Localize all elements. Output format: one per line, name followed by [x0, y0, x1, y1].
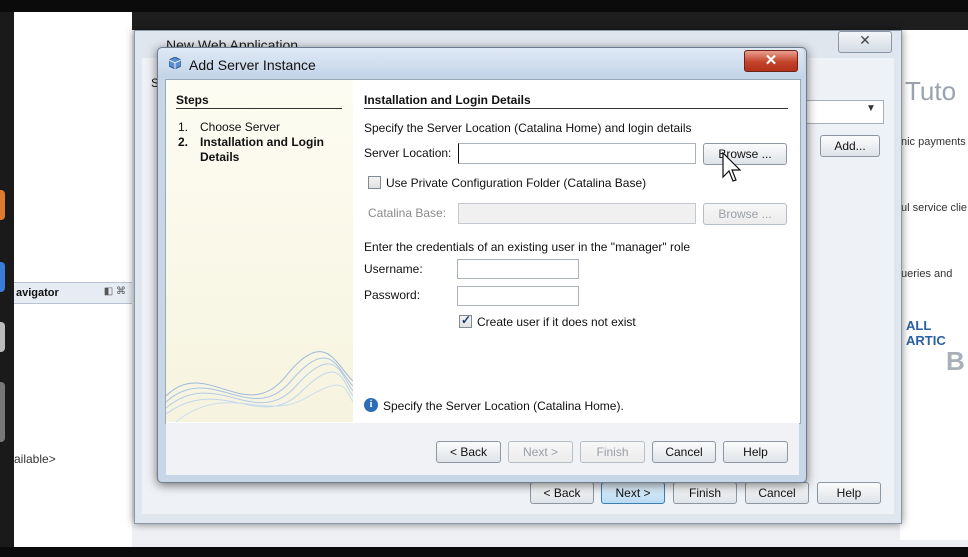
username-label: Username:: [364, 262, 423, 276]
server-location-input[interactable]: [458, 143, 696, 164]
password-label: Password:: [364, 288, 421, 302]
step-number: 1.: [178, 120, 189, 134]
browse-button[interactable]: Browse ...: [703, 143, 787, 165]
credentials-text: Enter the credentials of an existing use…: [364, 240, 691, 254]
help-button[interactable]: Help: [723, 441, 788, 463]
content-divider: [364, 108, 788, 109]
navigator-window-icons[interactable]: ◧ ⌘: [104, 286, 126, 297]
private-config-checkbox[interactable]: [368, 176, 381, 189]
content-title: Installation and Login Details: [364, 93, 531, 107]
web-heading-letter: B: [946, 346, 965, 376]
dark-app-icon[interactable]: [0, 382, 5, 442]
next-button[interactable]: Next >: [508, 441, 573, 463]
hint-text: Specify the Server Location (Catalina Ho…: [383, 399, 624, 413]
back-button[interactable]: < Back: [436, 441, 501, 463]
navigator-available-text: ailable>: [14, 452, 56, 466]
private-config-label: Use Private Configuration Folder (Catali…: [386, 176, 647, 190]
orange-app-icon[interactable]: [0, 190, 5, 220]
web-snippet-3: ueries and: [901, 268, 953, 280]
site-logo-text: Tuto: [905, 76, 957, 106]
ide-top-bar: [132, 12, 968, 30]
password-input[interactable]: [457, 286, 579, 306]
step-number: 2.: [178, 135, 189, 149]
steps-divider: [176, 108, 342, 109]
back-dialog-finish-button[interactable]: Finish: [673, 482, 737, 504]
mouse-cursor-icon: [722, 152, 742, 182]
content-description: Specify the Server Location (Catalina Ho…: [364, 121, 692, 135]
ide-left-panel: [14, 12, 132, 547]
back-dialog-back-button[interactable]: < Back: [530, 482, 594, 504]
close-button[interactable]: ✕: [744, 50, 798, 72]
blue-app-icon[interactable]: [0, 262, 5, 292]
decorative-wave-graphic: [166, 351, 353, 422]
username-input[interactable]: [457, 259, 579, 279]
add-server-button[interactable]: Add...: [820, 135, 880, 157]
catalina-base-label: Catalina Base:: [368, 206, 447, 220]
finish-button[interactable]: Finish: [580, 441, 645, 463]
back-dialog-next-button[interactable]: Next >: [601, 482, 665, 504]
web-snippet-1: nic payments: [901, 136, 966, 148]
create-user-checkbox[interactable]: [459, 313, 472, 328]
navigator-header[interactable]: avigator ◧ ⌘: [14, 282, 132, 304]
chevron-down-icon[interactable]: ▼: [866, 103, 876, 114]
browse-catalina-base-button[interactable]: Browse ...: [703, 203, 787, 225]
steps-title: Steps: [176, 93, 209, 107]
netbeans-cube-icon: [169, 57, 181, 69]
info-icon: i: [364, 398, 378, 412]
back-dialog-close-button[interactable]: ✕: [838, 31, 892, 53]
back-dialog-cancel-button[interactable]: Cancel: [745, 482, 809, 504]
server-location-label: Server Location:: [364, 146, 452, 160]
catalina-base-input[interactable]: [458, 203, 696, 224]
cancel-button[interactable]: Cancel: [652, 441, 716, 463]
grey-app-icon[interactable]: [0, 322, 5, 352]
all-articles-link[interactable]: ALL ARTIC: [906, 318, 968, 348]
step-choose-server: Choose Server: [200, 120, 281, 134]
taskbar-strip: [0, 12, 14, 547]
create-user-label: Create user if it does not exist: [477, 315, 636, 329]
step-installation-login: Installation and Login Details: [200, 135, 324, 164]
back-dialog-help-button[interactable]: Help: [817, 482, 881, 504]
web-snippet-2: ul service clie: [901, 202, 968, 214]
dialog-title: Add Server Instance: [189, 57, 316, 73]
navigator-label: avigator: [16, 287, 59, 299]
